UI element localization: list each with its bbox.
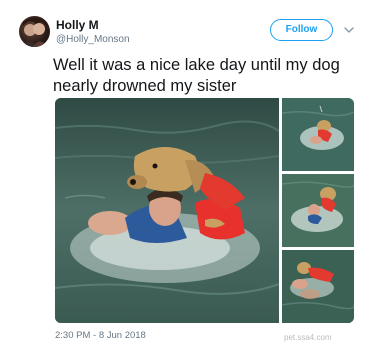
watermark: pet.ssa4.com — [284, 333, 332, 342]
chevron-down-icon[interactable] — [343, 24, 355, 36]
media-grid — [55, 98, 354, 323]
avatar[interactable] — [19, 16, 50, 47]
author-name[interactable]: Holly M — [56, 18, 99, 32]
tweet-timestamp[interactable]: 2:30 PM - 8 Jun 2018 — [55, 330, 146, 341]
photo-main[interactable] — [55, 98, 279, 323]
follow-button[interactable]: Follow — [270, 19, 333, 41]
photo-thumb-1[interactable] — [282, 98, 354, 171]
photo-thumb-2[interactable] — [282, 174, 354, 247]
tweet-header: Holly M @Holly_Monson Follow — [19, 16, 359, 50]
photo-thumb-3[interactable] — [282, 250, 354, 323]
tweet-text: Well it was a nice lake day until my dog… — [53, 56, 340, 95]
author-handle[interactable]: @Holly_Monson — [56, 34, 130, 45]
